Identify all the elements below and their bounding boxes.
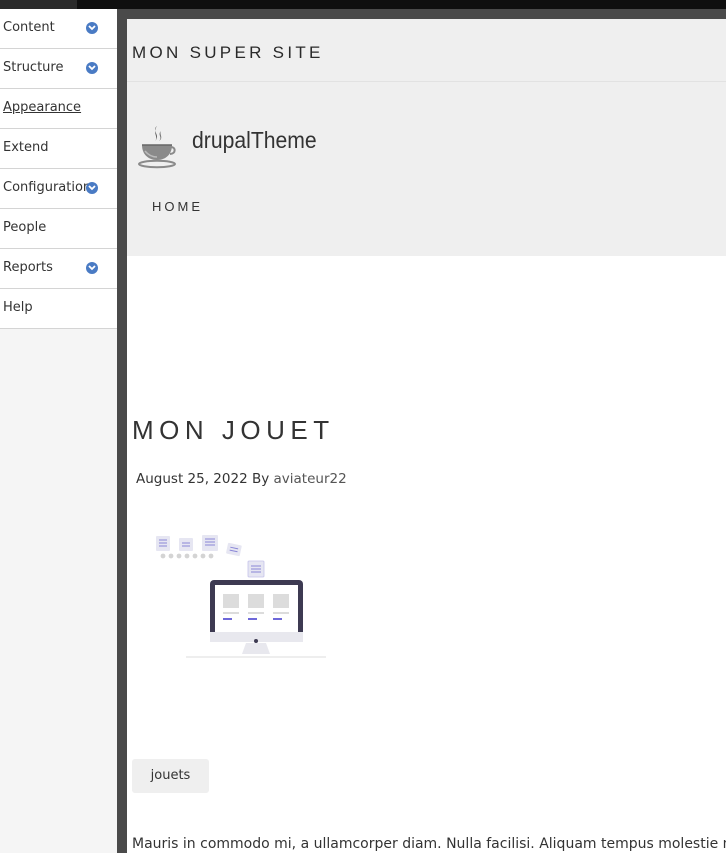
top-bar-tab[interactable] — [0, 0, 77, 9]
sidebar-item-label: Help — [3, 300, 33, 315]
sidebar-item-structure[interactable]: Structure — [0, 49, 117, 89]
admin-sidebar: Content Structure Appearance Extend Conf… — [0, 9, 117, 853]
sidebar-item-configuration[interactable]: Configuration — [0, 169, 117, 209]
sidebar-item-label: People — [3, 220, 47, 235]
site-brand-name[interactable]: drupalTheme — [192, 127, 317, 154]
page-title: MON JOUET — [132, 415, 335, 445]
sidebar-item-content[interactable]: Content — [0, 9, 117, 49]
header-divider — [127, 81, 726, 82]
site-header: MON SUPER SITE drupalTheme HOME — [127, 19, 726, 256]
article-body: Mauris in commodo mi, a ullamcorper diam… — [132, 836, 726, 852]
chevron-down-icon[interactable] — [86, 22, 98, 34]
site-name[interactable]: MON SUPER SITE — [132, 43, 324, 63]
chevron-down-icon[interactable] — [86, 62, 98, 74]
chevron-down-icon[interactable] — [86, 262, 98, 274]
sidebar-item-label: Configuration — [3, 180, 92, 195]
preview-frame-edge — [117, 9, 127, 853]
tag-link[interactable]: jouets — [132, 759, 209, 793]
article-meta: August 25, 2022 By aviateur22 — [136, 471, 347, 487]
sidebar-item-people[interactable]: People — [0, 209, 117, 249]
article-by: By — [251, 471, 270, 487]
sidebar-item-appearance[interactable]: Appearance — [0, 89, 117, 129]
site-preview: MON SUPER SITE drupalTheme HOME MON JOUE… — [127, 19, 726, 853]
chevron-down-icon[interactable] — [86, 182, 98, 194]
sidebar-item-label: Extend — [3, 140, 49, 155]
desktop-monitor-illustration — [154, 530, 330, 660]
sidebar-item-label: Content — [3, 20, 55, 35]
article-date: August 25, 2022 — [136, 471, 248, 487]
sidebar-item-help[interactable]: Help — [0, 289, 117, 329]
preview-frame-top — [117, 9, 726, 19]
coffee-cup-icon[interactable] — [137, 123, 177, 169]
browser-top-bar — [0, 0, 726, 9]
sidebar-item-label: Reports — [3, 260, 53, 275]
sidebar-item-label: Appearance — [3, 100, 82, 115]
author-link[interactable]: aviateur22 — [274, 471, 347, 487]
nav-home-link[interactable]: HOME — [152, 199, 203, 214]
sidebar-item-extend[interactable]: Extend — [0, 129, 117, 169]
sidebar-item-reports[interactable]: Reports — [0, 249, 117, 289]
sidebar-item-label: Structure — [3, 60, 64, 75]
